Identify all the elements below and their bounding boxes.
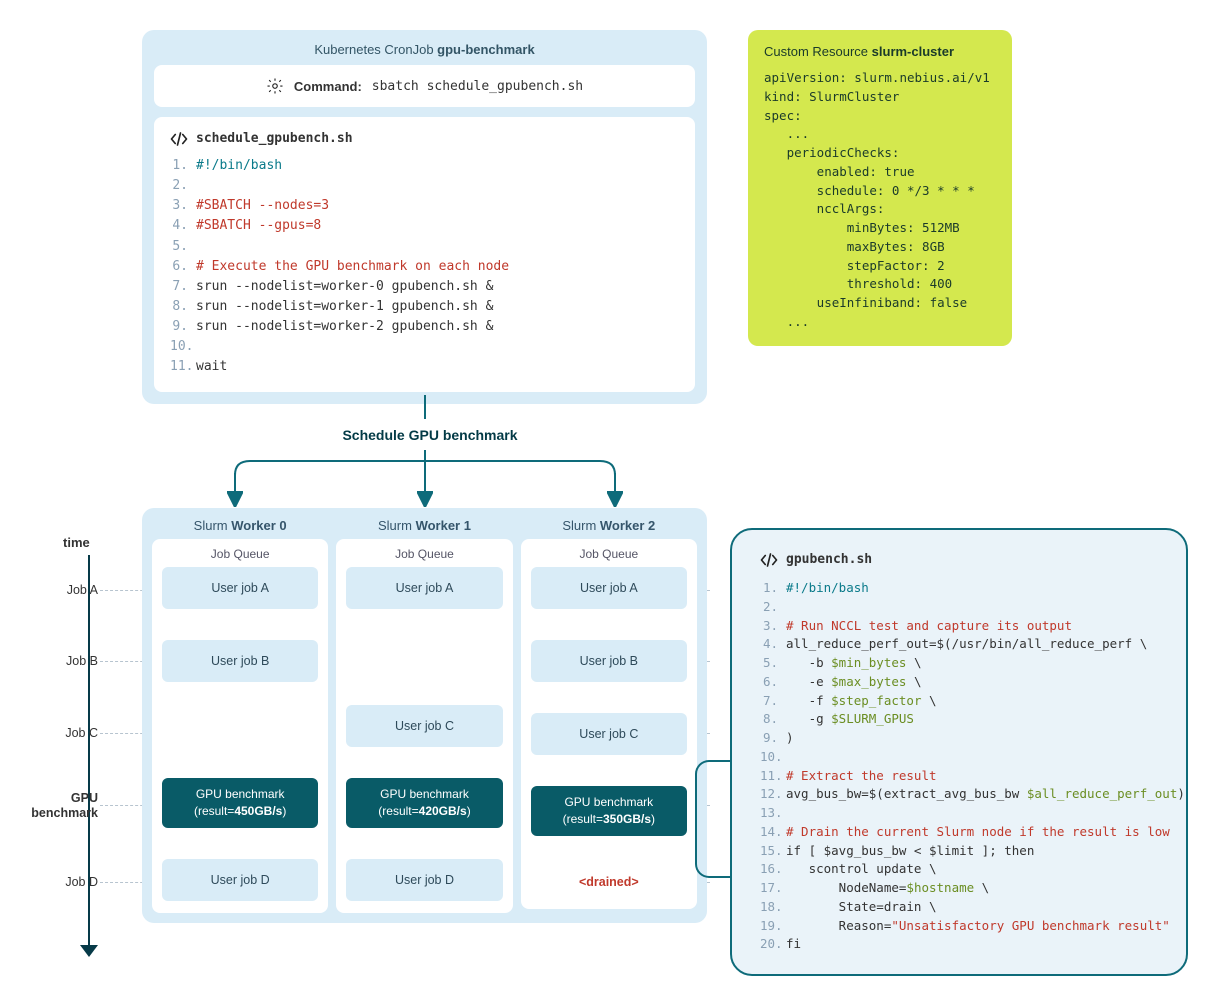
schedule-script-name: schedule_gpubench.sh xyxy=(196,131,353,146)
worker-1-job-a: User job A xyxy=(346,567,502,609)
command-value: sbatch schedule_gpubench.sh xyxy=(372,79,583,94)
worker-2-drained: <drained> xyxy=(527,861,691,903)
worker-2-job-b: User job B xyxy=(531,640,687,682)
command-label: Command: xyxy=(294,79,362,94)
row-label-c: Job C xyxy=(38,726,98,740)
worker-0-bench: GPU benchmark(result=450GB/s) xyxy=(162,778,318,828)
row-label-gpu: GPU benchmark xyxy=(13,791,98,821)
gpubench-script-header: gpubench.sh xyxy=(760,552,1166,567)
time-axis xyxy=(88,555,90,950)
queue-label-0: Job Queue xyxy=(158,547,322,561)
code-l9: srun --nodelist=worker-2 gpubench.sh & xyxy=(196,317,493,337)
worker-2-job-a: User job A xyxy=(531,567,687,609)
time-arrowhead-icon xyxy=(80,945,98,957)
cronjob-panel: Kubernetes CronJob gpu-benchmark Command… xyxy=(142,30,707,404)
code-l6: # Execute the GPU benchmark on each node xyxy=(196,257,509,277)
cronjob-title-name: gpu-benchmark xyxy=(437,42,535,57)
schedule-arrows xyxy=(140,395,710,515)
worker-1-job-d: User job D xyxy=(346,859,502,901)
worker-1-queue: Job Queue User job A User job C GPU benc… xyxy=(336,539,512,913)
gear-icon xyxy=(266,77,284,95)
code-icon xyxy=(170,132,188,146)
worker-2-bench: GPU benchmark(result=350GB/s) xyxy=(531,786,687,836)
worker-0-col: Slurm Worker 0 Job Queue User job A User… xyxy=(152,518,328,913)
workers-panel: Slurm Worker 0 Job Queue User job A User… xyxy=(142,508,707,923)
worker-2-title: Slurm Worker 2 xyxy=(521,518,697,533)
worker-0-job-a: User job A xyxy=(162,567,318,609)
cronjob-title: Kubernetes CronJob gpu-benchmark xyxy=(154,42,695,57)
worker-0-job-c-gap xyxy=(158,707,322,753)
worker-0-job-b: User job B xyxy=(162,640,318,682)
worker-0-title: Slurm Worker 0 xyxy=(152,518,328,533)
row-label-a: Job A xyxy=(38,583,98,597)
schedule-script-box: schedule_gpubench.sh 1.#!/bin/bash 2. 3.… xyxy=(154,117,695,392)
worker-2-queue: Job Queue User job A User job B User job… xyxy=(521,539,697,909)
worker-1-title: Slurm Worker 1 xyxy=(336,518,512,533)
worker-1-job-c: User job C xyxy=(346,705,502,747)
command-row: Command: sbatch schedule_gpubench.sh xyxy=(154,65,695,107)
code-l7: srun --nodelist=worker-0 gpubench.sh & xyxy=(196,277,493,297)
worker-1-bench: GPU benchmark(result=420GB/s) xyxy=(346,778,502,828)
code-icon xyxy=(760,553,778,567)
queue-label-1: Job Queue xyxy=(342,547,506,561)
worker-2-job-c: User job C xyxy=(531,713,687,755)
schedule-label: Schedule GPU benchmark xyxy=(335,427,525,443)
worker-0-queue: Job Queue User job A User job B GPU benc… xyxy=(152,539,328,913)
schedule-script-header: schedule_gpubench.sh xyxy=(170,131,679,146)
worker-0-job-d: User job D xyxy=(162,859,318,901)
queue-label-2: Job Queue xyxy=(527,547,691,561)
cr-title: Custom Resource slurm-cluster xyxy=(764,44,996,59)
worker-1-col: Slurm Worker 1 Job Queue User job A User… xyxy=(336,518,512,913)
cronjob-title-prefix: Kubernetes CronJob xyxy=(314,42,437,57)
custom-resource-panel: Custom Resource slurm-cluster apiVersion… xyxy=(748,30,1012,346)
gpubench-script-name: gpubench.sh xyxy=(786,552,872,567)
cr-title-name: slurm-cluster xyxy=(872,44,954,59)
code-l1: #!/bin/bash xyxy=(196,156,282,176)
worker-2-col: Slurm Worker 2 Job Queue User job A User… xyxy=(521,518,697,913)
row-label-b: Job B xyxy=(38,654,98,668)
row-label-d: Job D xyxy=(38,875,98,889)
worker-1-job-b-gap xyxy=(342,634,506,680)
code-l4: #SBATCH --gpus=8 xyxy=(196,216,321,236)
code-l8: srun --nodelist=worker-1 gpubench.sh & xyxy=(196,297,493,317)
gpubench-panel: gpubench.sh 1.#!/bin/bash 2. 3.# Run NCC… xyxy=(730,528,1188,976)
cr-title-prefix: Custom Resource xyxy=(764,44,872,59)
time-label: time xyxy=(63,535,90,550)
cr-yaml: apiVersion: slurm.nebius.ai/v1 kind: Slu… xyxy=(764,69,996,332)
code-l3: #SBATCH --nodes=3 xyxy=(196,196,329,216)
code-l11: wait xyxy=(196,357,227,377)
